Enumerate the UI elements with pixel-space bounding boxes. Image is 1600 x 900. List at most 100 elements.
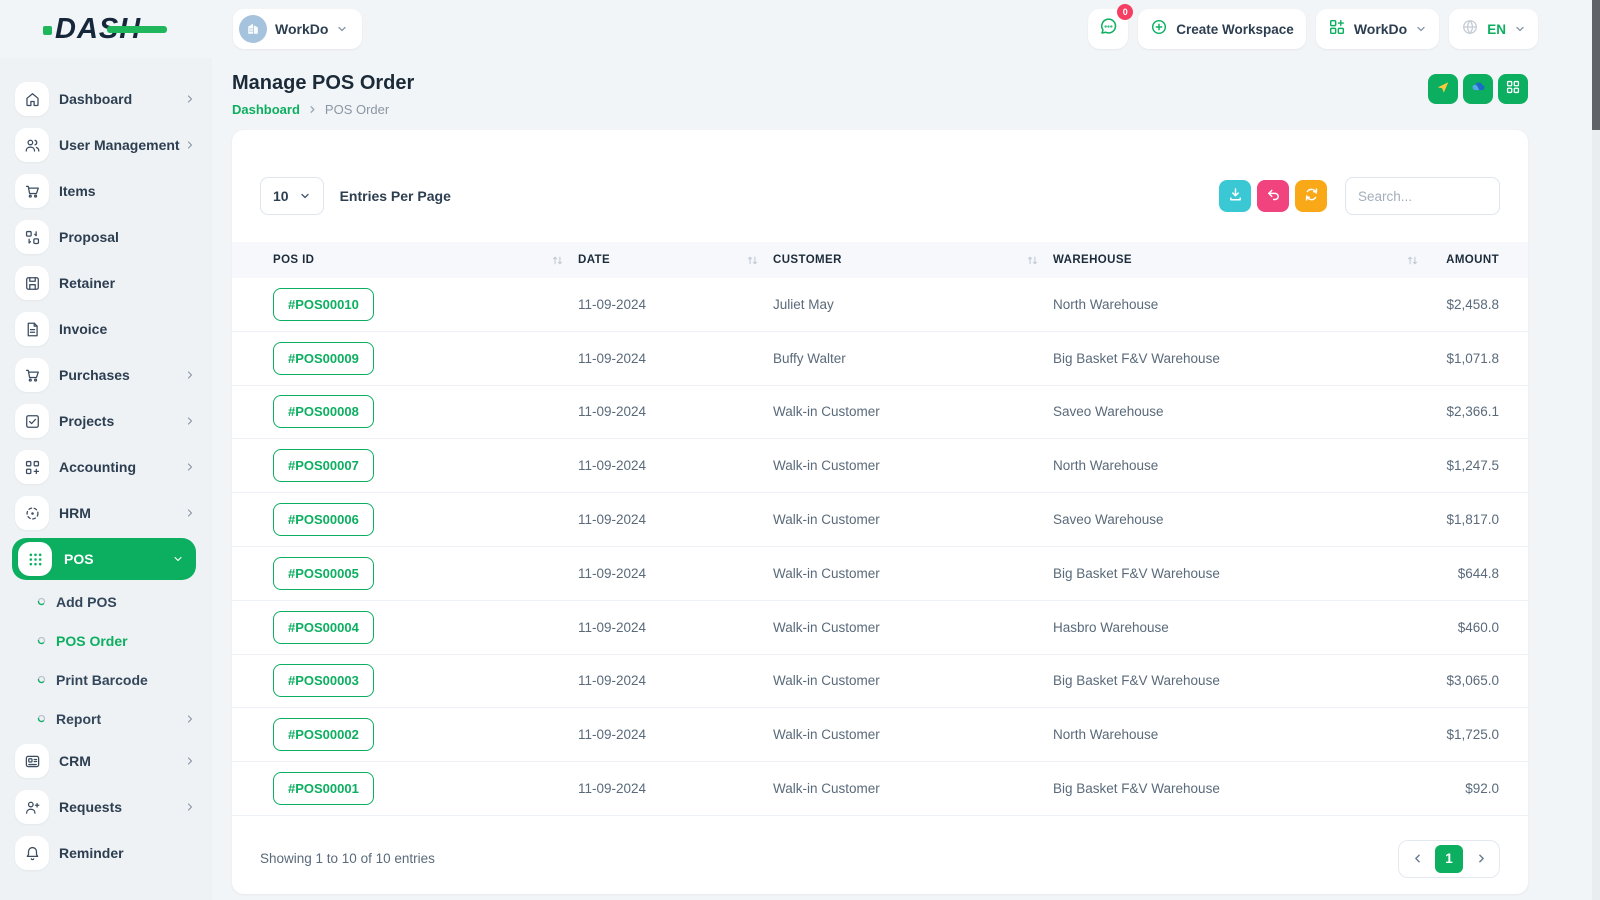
sidebar-item-dashboard[interactable]: Dashboard xyxy=(0,76,212,122)
integration-buttons xyxy=(1428,74,1528,104)
cell-customer: Walk-in Customer xyxy=(773,619,880,635)
sidebar-item-label: Print Barcode xyxy=(56,671,148,688)
table-row: #POS00008 11-09-2024 Walk-in Customer Saveo… xyxy=(232,386,1528,440)
search-input[interactable] xyxy=(1345,177,1500,215)
sidebar-item-requests[interactable]: Requests xyxy=(0,784,212,830)
globe-icon xyxy=(1461,18,1479,41)
sort-icon[interactable] xyxy=(1026,254,1039,267)
export-buttons-group xyxy=(1219,180,1327,212)
cell-date: 11-09-2024 xyxy=(578,781,647,797)
chevron-right-icon xyxy=(184,755,196,767)
create-workspace-button[interactable]: Create Workspace xyxy=(1138,9,1306,49)
column-header-amount[interactable]: AMOUNT xyxy=(1433,254,1499,266)
entries-per-page-label: Entries Per Page xyxy=(339,188,451,204)
sidebar-item-hrm[interactable]: HRM xyxy=(0,490,212,536)
sidebar-item-add-pos[interactable]: Add POS xyxy=(0,582,212,621)
pagination-next-button[interactable] xyxy=(1467,845,1495,873)
check-square-icon xyxy=(15,404,49,438)
column-header-customer[interactable]: CUSTOMER xyxy=(773,254,1053,267)
pos-id-link[interactable]: #POS00005 xyxy=(273,556,374,590)
cell-date: 11-09-2024 xyxy=(578,673,647,689)
cell-pos-id: #POS00007 xyxy=(273,449,578,483)
column-header-warehouse[interactable]: WAREHOUSE xyxy=(1053,254,1433,267)
dash-logo[interactable]: DASH xyxy=(42,13,168,46)
building-icon xyxy=(239,15,267,43)
entries-per-page-select[interactable]: 10 xyxy=(260,177,324,215)
sidebar-item-report[interactable]: Report xyxy=(0,699,212,738)
bell-icon xyxy=(15,836,49,870)
sidebar-item-crm[interactable]: CRM xyxy=(0,738,212,784)
column-label: CUSTOMER xyxy=(773,254,842,266)
sidebar-item-retainer[interactable]: Retainer xyxy=(0,260,212,306)
pos-id-link[interactable]: #POS00006 xyxy=(273,503,374,537)
pagination-page-1[interactable]: 1 xyxy=(1435,844,1463,873)
pos-id-link[interactable]: #POS00009 xyxy=(273,341,374,375)
pos-id-link[interactable]: #POS00010 xyxy=(273,287,374,321)
scrollbar[interactable] xyxy=(1592,0,1600,900)
sidebar-item-label: Dashboard xyxy=(59,91,133,107)
pos-id-link[interactable]: #POS00007 xyxy=(273,449,374,483)
scrollbar-thumb[interactable] xyxy=(1592,0,1600,130)
chevron-right-icon xyxy=(184,415,196,427)
sidebar-item-invoice[interactable]: Invoice xyxy=(0,306,212,352)
logo-area: DASH xyxy=(0,13,212,46)
drive-icon xyxy=(1435,79,1451,100)
pos-id-link[interactable]: #POS00002 xyxy=(273,718,374,752)
messages-button[interactable]: 0 xyxy=(1088,4,1134,49)
refresh-button[interactable] xyxy=(1295,180,1327,212)
pos-grid-icon xyxy=(18,542,52,576)
pos-id-link[interactable]: #POS00001 xyxy=(273,772,374,806)
breadcrumb-dashboard-link[interactable]: Dashboard xyxy=(232,102,300,117)
chevron-right-icon xyxy=(307,104,318,115)
pagination-prev-button[interactable] xyxy=(1403,845,1431,873)
cell-warehouse: Saveo Warehouse xyxy=(1053,512,1164,528)
sidebar-item-projects[interactable]: Projects xyxy=(0,398,212,444)
user-plus-icon xyxy=(15,790,49,824)
drive-button[interactable] xyxy=(1428,74,1458,104)
app-menu-button[interactable]: WorkDo xyxy=(1315,9,1440,49)
logo-dash-bar xyxy=(107,25,168,33)
cell-customer: Walk-in Customer xyxy=(773,404,880,420)
cell-date: 11-09-2024 xyxy=(578,458,647,474)
sidebar-item-user-management[interactable]: User Management xyxy=(0,122,212,168)
cell-pos-id: #POS00003 xyxy=(273,664,578,698)
sidebar-item-label: Add POS xyxy=(56,593,117,610)
table-row: #POS00007 11-09-2024 Walk-in Customer North… xyxy=(232,439,1528,494)
sidebar-item-print-barcode[interactable]: Print Barcode xyxy=(0,660,212,699)
sidebar-item-proposal[interactable]: Proposal xyxy=(0,214,212,260)
column-header-pos-id[interactable]: POS ID xyxy=(273,254,578,267)
sidebar-item-purchases[interactable]: Purchases xyxy=(0,352,212,398)
sort-icon[interactable] xyxy=(551,254,564,267)
chevron-right-icon xyxy=(184,507,196,519)
sidebar-item-pos[interactable]: POS xyxy=(12,538,196,580)
home-icon xyxy=(15,82,49,116)
cell-customer: Buffy Walter xyxy=(773,350,846,366)
download-button[interactable] xyxy=(1219,180,1251,212)
sort-icon[interactable] xyxy=(746,254,759,267)
bullet-icon xyxy=(36,713,47,724)
pos-id-link[interactable]: #POS00004 xyxy=(273,610,374,644)
pos-order-table: POS ID DATE CUSTOMER WAREHOUSE AMOUNT #POS00… xyxy=(232,242,1528,816)
sidebar-item-items[interactable]: Items xyxy=(0,168,212,214)
language-selector[interactable]: EN xyxy=(1449,9,1538,49)
cart-icon xyxy=(15,358,49,392)
sidebar-item-label: Invoice xyxy=(59,321,108,337)
pos-id-link[interactable]: #POS00003 xyxy=(273,664,374,698)
cell-customer: Walk-in Customer xyxy=(773,781,880,797)
plus-circle-icon xyxy=(1150,18,1168,41)
sidebar-item-pos-order[interactable]: POS Order xyxy=(0,621,212,660)
sidebar-item-accounting[interactable]: Accounting xyxy=(0,444,212,490)
cell-warehouse: Saveo Warehouse xyxy=(1053,404,1164,420)
sidebar-item-label: POS xyxy=(64,551,94,567)
column-header-date[interactable]: DATE xyxy=(578,254,773,267)
chevron-right-icon xyxy=(184,713,196,725)
workspace-selector[interactable]: WorkDo xyxy=(233,9,363,49)
apps-grid-button[interactable] xyxy=(1498,74,1528,104)
sidebar-nav: Dashboard User Management Items Proposal Ret… xyxy=(0,76,212,876)
sidebar-item-reminder[interactable]: Reminder xyxy=(0,830,212,876)
cell-amount: $92.0 xyxy=(1465,781,1499,797)
undo-button[interactable] xyxy=(1257,180,1289,212)
sort-icon[interactable] xyxy=(1406,254,1419,267)
cloud-button[interactable] xyxy=(1463,74,1493,104)
pos-id-link[interactable]: #POS00008 xyxy=(273,395,374,429)
